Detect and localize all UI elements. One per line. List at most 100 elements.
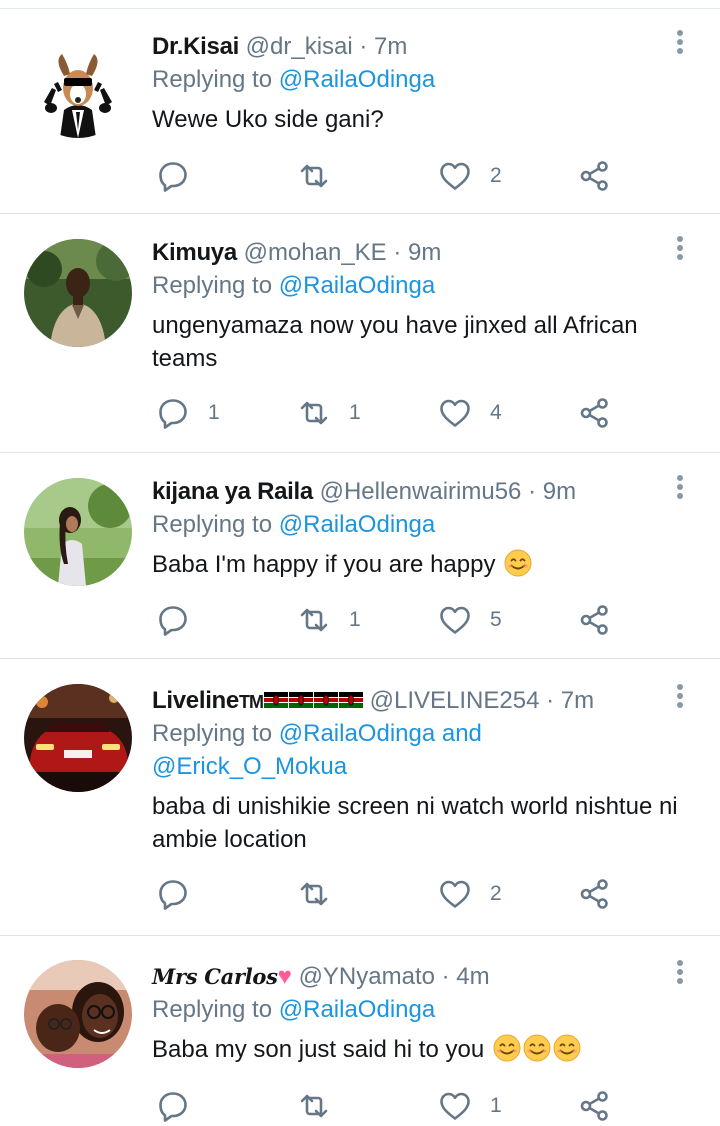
like-button[interactable]: 5 — [438, 600, 502, 640]
retweet-count: 1 — [349, 608, 361, 631]
retweet-icon — [297, 396, 331, 430]
tweet-divider — [0, 213, 720, 214]
more-options-icon[interactable] — [668, 684, 692, 714]
display-name[interactable]: Dr.Kisai — [152, 33, 239, 60]
timestamp[interactable]: · 7m — [546, 687, 594, 714]
retweet-icon — [297, 1089, 331, 1123]
like-count: 2 — [490, 882, 502, 905]
heart-emoji-icon: ♥ — [277, 963, 292, 990]
mention-link[interactable]: @RailaOdinga — [279, 66, 435, 93]
tweet-divider — [0, 935, 720, 936]
tweet-actions: 2 — [152, 874, 632, 914]
share-button[interactable] — [578, 874, 612, 914]
tweet-header: Mrs Carlos♥ @YNyamato · 4m — [152, 960, 490, 994]
reply-icon — [156, 396, 190, 430]
timestamp[interactable]: · 7m — [359, 33, 407, 60]
share-icon — [578, 396, 612, 430]
reply-icon — [156, 877, 190, 911]
timestamp[interactable]: · 4m — [442, 963, 490, 990]
heart-icon — [438, 877, 472, 911]
like-button[interactable]: 2 — [438, 874, 502, 914]
smiling-face-icon — [493, 1034, 521, 1062]
smiling-face-icon — [523, 1034, 551, 1062]
tweet-divider — [0, 452, 720, 453]
replying-prefix: Replying to — [152, 720, 273, 747]
smiling-face-icon — [504, 549, 532, 577]
retweet-button[interactable] — [297, 156, 349, 196]
reply-button[interactable] — [156, 1086, 208, 1126]
more-options-icon[interactable] — [668, 236, 692, 266]
tweet-actions: 1 — [152, 1086, 632, 1126]
reply-icon — [156, 603, 190, 637]
tweet-actions: 1 5 — [152, 600, 632, 640]
retweet-icon — [297, 159, 331, 193]
replying-to: Replying to @RailaOdinga — [152, 508, 435, 541]
retweet-icon — [297, 603, 331, 637]
like-count: 4 — [490, 401, 502, 424]
heart-icon — [438, 159, 472, 193]
display-name[interactable]: Kimuya — [152, 239, 237, 266]
reply-button[interactable]: 1 — [156, 393, 220, 433]
username[interactable]: @dr_kisai — [246, 33, 353, 60]
tweet-text: Wewe Uko side gani? — [152, 106, 384, 133]
timestamp[interactable]: · 9m — [528, 478, 576, 505]
heart-icon — [438, 396, 472, 430]
replying-prefix: Replying to — [152, 511, 273, 538]
smiling-face-icon — [553, 1034, 581, 1062]
more-options-icon[interactable] — [668, 30, 692, 60]
mention-link[interactable]: @RailaOdinga — [279, 996, 435, 1023]
reply-button[interactable] — [156, 156, 208, 196]
more-options-icon[interactable] — [668, 960, 692, 990]
tweet-text: Baba I'm happy if you are happy — [152, 548, 692, 581]
timestamp[interactable]: · 9m — [393, 239, 441, 266]
username[interactable]: @YNyamato — [299, 963, 435, 990]
tweet-actions: 2 — [152, 156, 632, 196]
retweet-icon — [297, 877, 331, 911]
username[interactable]: @mohan_KE — [244, 239, 387, 266]
more-options-icon[interactable] — [668, 475, 692, 505]
like-button[interactable]: 1 — [438, 1086, 502, 1126]
red-car-avatar[interactable] — [24, 684, 132, 792]
like-button[interactable]: 4 — [438, 393, 502, 433]
kenya-flag-icon — [339, 692, 363, 708]
tweet-text: baba di unishikie screen ni watch world … — [152, 793, 678, 853]
mention-link[interactable]: @RailaOdinga — [279, 511, 435, 538]
reply-button[interactable] — [156, 874, 208, 914]
share-button[interactable] — [578, 1086, 612, 1126]
display-name[interactable]: Mrs Carlos — [152, 964, 278, 989]
mother-child-selfie-avatar[interactable] — [24, 960, 132, 1068]
display-name[interactable]: Liveline — [152, 687, 239, 714]
like-button[interactable]: 2 — [438, 156, 502, 196]
username[interactable]: @LIVELINE254 — [370, 687, 540, 714]
replying-prefix: Replying to — [152, 272, 273, 299]
child-garden-avatar[interactable] — [24, 478, 132, 586]
tweet-text-content: Baba I'm happy if you are happy — [152, 551, 496, 578]
like-count: 5 — [490, 608, 502, 631]
tweet-actions: 1 1 4 — [152, 393, 632, 433]
kenya-flag-icon — [289, 692, 313, 708]
share-button[interactable] — [578, 600, 612, 640]
replying-to: Replying to @RailaOdinga — [152, 993, 435, 1026]
replying-to: Replying to @RailaOdinga — [152, 63, 435, 96]
heart-icon — [438, 603, 472, 637]
tweet-text: Baba my son just said hi to you — [152, 1033, 692, 1066]
username[interactable]: @Hellenwairimu56 — [320, 478, 522, 505]
display-name[interactable]: kijana ya Raila — [152, 478, 313, 505]
tweet-text-content: Baba my son just said hi to you — [152, 1036, 485, 1063]
retweet-button[interactable]: 1 — [297, 600, 361, 640]
share-button[interactable] — [578, 156, 612, 196]
reply-button[interactable] — [156, 600, 208, 640]
retweet-button[interactable]: 1 — [297, 393, 361, 433]
reply-icon — [156, 1089, 190, 1123]
mention-link[interactable]: @RailaOdinga — [279, 272, 435, 299]
retweet-button[interactable] — [297, 1086, 349, 1126]
tweet-header: Kimuya @mohan_KE · 9m — [152, 236, 441, 270]
mention-link[interactable]: @RailaOdinga and — [279, 720, 482, 747]
retweet-button[interactable] — [297, 874, 349, 914]
dog-in-suit-avatar[interactable] — [24, 30, 132, 138]
like-count: 2 — [490, 164, 502, 187]
share-button[interactable] — [578, 393, 612, 433]
mention-link[interactable]: @Erick_O_Mokua — [152, 753, 347, 780]
tweet-header: LivelineTM @LIVELINE254 · 7m — [152, 684, 594, 718]
man-outdoors-avatar[interactable] — [24, 239, 132, 347]
